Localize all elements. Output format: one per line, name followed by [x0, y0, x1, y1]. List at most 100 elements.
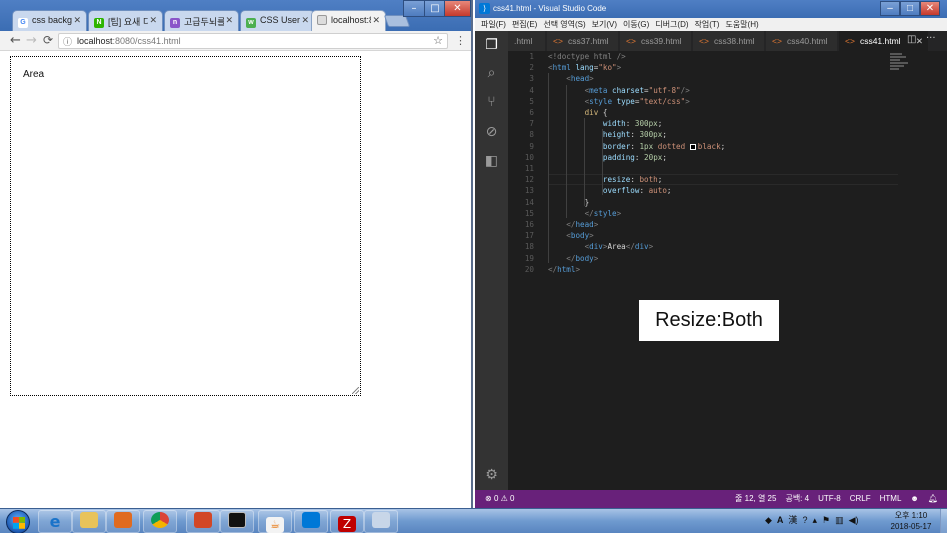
chrome-icon[interactable]	[143, 510, 177, 533]
ime-icon[interactable]: ◆	[765, 515, 772, 525]
tab-css37[interactable]: <> css37.html	[547, 31, 619, 51]
problems-indicator[interactable]: ⊗ 0 ⚠ 0	[485, 490, 514, 508]
ime-mode-a[interactable]: A	[777, 515, 784, 525]
tab-html[interactable]: .html	[508, 31, 546, 51]
help-icon[interactable]: ?	[802, 515, 807, 525]
forward-arrow-icon[interactable]: →	[26, 33, 37, 48]
tab-css40[interactable]: <> css40.html	[766, 31, 838, 51]
resizable-div[interactable]: Area	[10, 56, 361, 396]
tab-css38[interactable]: <> css38.html	[693, 31, 765, 51]
close-button[interactable]: ✕	[444, 0, 471, 17]
ie-icon[interactable]: e	[38, 510, 72, 533]
debug-icon[interactable]: ⊘	[483, 124, 500, 141]
html-file-icon: <>	[626, 36, 636, 46]
volume-icon[interactable]: ◀)	[849, 515, 859, 525]
line-number: 16	[524, 220, 534, 229]
chrome-tab-2[interactable]: N [팁] 요새 디 ✕	[88, 10, 163, 31]
more-actions-icon[interactable]: ···	[926, 33, 936, 44]
line-ending[interactable]: CRLF	[850, 494, 871, 503]
language-mode[interactable]: HTML	[880, 494, 902, 503]
maximize-button[interactable]: □	[424, 0, 446, 17]
split-editor-icon[interactable]: ◫	[907, 34, 916, 45]
page-viewport: Area	[0, 51, 471, 508]
resize-handle-icon[interactable]	[352, 387, 359, 394]
tab-close-icon[interactable]: ✕	[916, 31, 923, 51]
tab-close-icon[interactable]: ✕	[149, 15, 157, 26]
cursor-position[interactable]: 줄 12, 열 25	[735, 494, 776, 503]
line-number: 15	[524, 208, 534, 218]
reload-icon[interactable]: ⟳	[43, 33, 53, 48]
vscode-icon[interactable]	[294, 510, 328, 533]
indentation[interactable]: 공백: 4	[785, 494, 809, 503]
media-player-icon[interactable]	[106, 510, 140, 533]
search-icon[interactable]: ⌕	[483, 65, 500, 82]
tab-close-icon[interactable]: ✕	[301, 15, 309, 26]
line-number: 11	[524, 164, 534, 173]
vscode-maximize-button[interactable]: □	[900, 1, 920, 16]
menu-file[interactable]: 파일(F)	[481, 20, 506, 29]
line-number: 20	[524, 264, 534, 274]
vscode-close-button[interactable]: ✕	[920, 1, 940, 16]
menu-help[interactable]: 도움말(H)	[725, 20, 758, 29]
explorer-icon[interactable]: ❐	[483, 37, 500, 54]
html-file-icon: <>	[772, 36, 782, 46]
chrome-menu-icon[interactable]: ⋮	[455, 34, 466, 47]
chrome-tab-5-active[interactable]: localhost:80✕	[311, 10, 386, 31]
clock-date: 2018-05-17	[890, 522, 932, 531]
menu-view[interactable]: 보기(V)	[592, 20, 617, 29]
info-icon[interactable]: ⓘ	[63, 35, 72, 49]
explorer-icon[interactable]	[72, 510, 106, 533]
clock[interactable]: 오후 1:10 2018-05-17	[885, 510, 937, 532]
line-number: 4	[529, 85, 534, 95]
line-number: 3	[529, 74, 534, 84]
chrome-tab-1[interactable]: Gcss backgro✕	[12, 10, 87, 31]
tab-close-icon[interactable]: ✕	[372, 15, 380, 26]
flag-icon[interactable]: ⚑	[822, 515, 830, 525]
encoding[interactable]: UTF-8	[818, 494, 841, 503]
code-line: width: 300px;	[602, 119, 663, 129]
address-bar[interactable]: ⓘ localhost:8080/css41.html ☆	[58, 33, 448, 49]
tray-expand-icon[interactable]: ▴	[812, 515, 817, 525]
start-button[interactable]	[6, 510, 30, 533]
code-line: div {	[584, 108, 608, 117]
network-icon[interactable]: ▥	[835, 515, 844, 525]
html-file-icon: <>	[845, 36, 855, 46]
cmd-icon[interactable]	[220, 510, 254, 533]
bookmark-star-icon[interactable]: ☆	[433, 34, 443, 48]
menu-tasks[interactable]: 작업(T)	[695, 20, 720, 29]
back-arrow-icon[interactable]: ←	[10, 33, 21, 48]
vscode-minimize-button[interactable]: –	[880, 1, 900, 16]
line-number: 7	[529, 119, 534, 129]
blog-icon: n	[170, 18, 180, 28]
html-file-icon: <>	[553, 36, 563, 46]
windows-logo-icon	[13, 517, 25, 529]
code-editor[interactable]: 1 2 3 4 5 6 7 8 9 10 11 12 13 14 15 16 1…	[508, 51, 947, 490]
menu-edit[interactable]: 편집(E)	[512, 20, 537, 29]
w3schools-icon: w	[246, 18, 256, 28]
tab-css39[interactable]: <> css39.html	[620, 31, 692, 51]
color-swatch-icon[interactable]	[689, 143, 696, 150]
chrome-tab-4[interactable]: wCSS User In✕	[240, 10, 315, 31]
show-desktop-button[interactable]	[940, 509, 947, 533]
line-number: 10	[524, 152, 534, 162]
code-line: <head>	[566, 74, 594, 84]
notification-bell-icon[interactable]: 🔔︎	[928, 494, 938, 503]
tab-close-icon[interactable]: ✕	[73, 15, 81, 26]
menu-go[interactable]: 이동(G)	[623, 20, 649, 29]
filezilla-icon[interactable]: Z	[330, 510, 364, 533]
activity-bar: ❐ ⌕ ⑂ ⊘ ◧ ⚙	[475, 31, 508, 490]
menu-debug[interactable]: 디버그(D)	[655, 20, 688, 29]
chrome-tab-3[interactable]: n 고급두뇌를 ✕	[164, 10, 239, 31]
settings-gear-icon[interactable]: ⚙	[483, 467, 500, 484]
tab-close-icon[interactable]: ✕	[225, 15, 233, 26]
extensions-icon[interactable]: ◧	[483, 153, 500, 170]
java-icon[interactable]: ☕	[258, 510, 292, 533]
notes-icon[interactable]	[364, 510, 398, 533]
feedback-smiley-icon[interactable]: ☻	[910, 494, 918, 503]
minimap[interactable]	[890, 53, 912, 75]
ime-hanja[interactable]: 漢	[788, 515, 797, 525]
source-control-icon[interactable]: ⑂	[483, 94, 500, 111]
presentation-icon[interactable]	[186, 510, 220, 533]
menu-selection[interactable]: 선택 영역(S)	[543, 20, 585, 29]
minimize-button[interactable]: –	[403, 0, 425, 17]
